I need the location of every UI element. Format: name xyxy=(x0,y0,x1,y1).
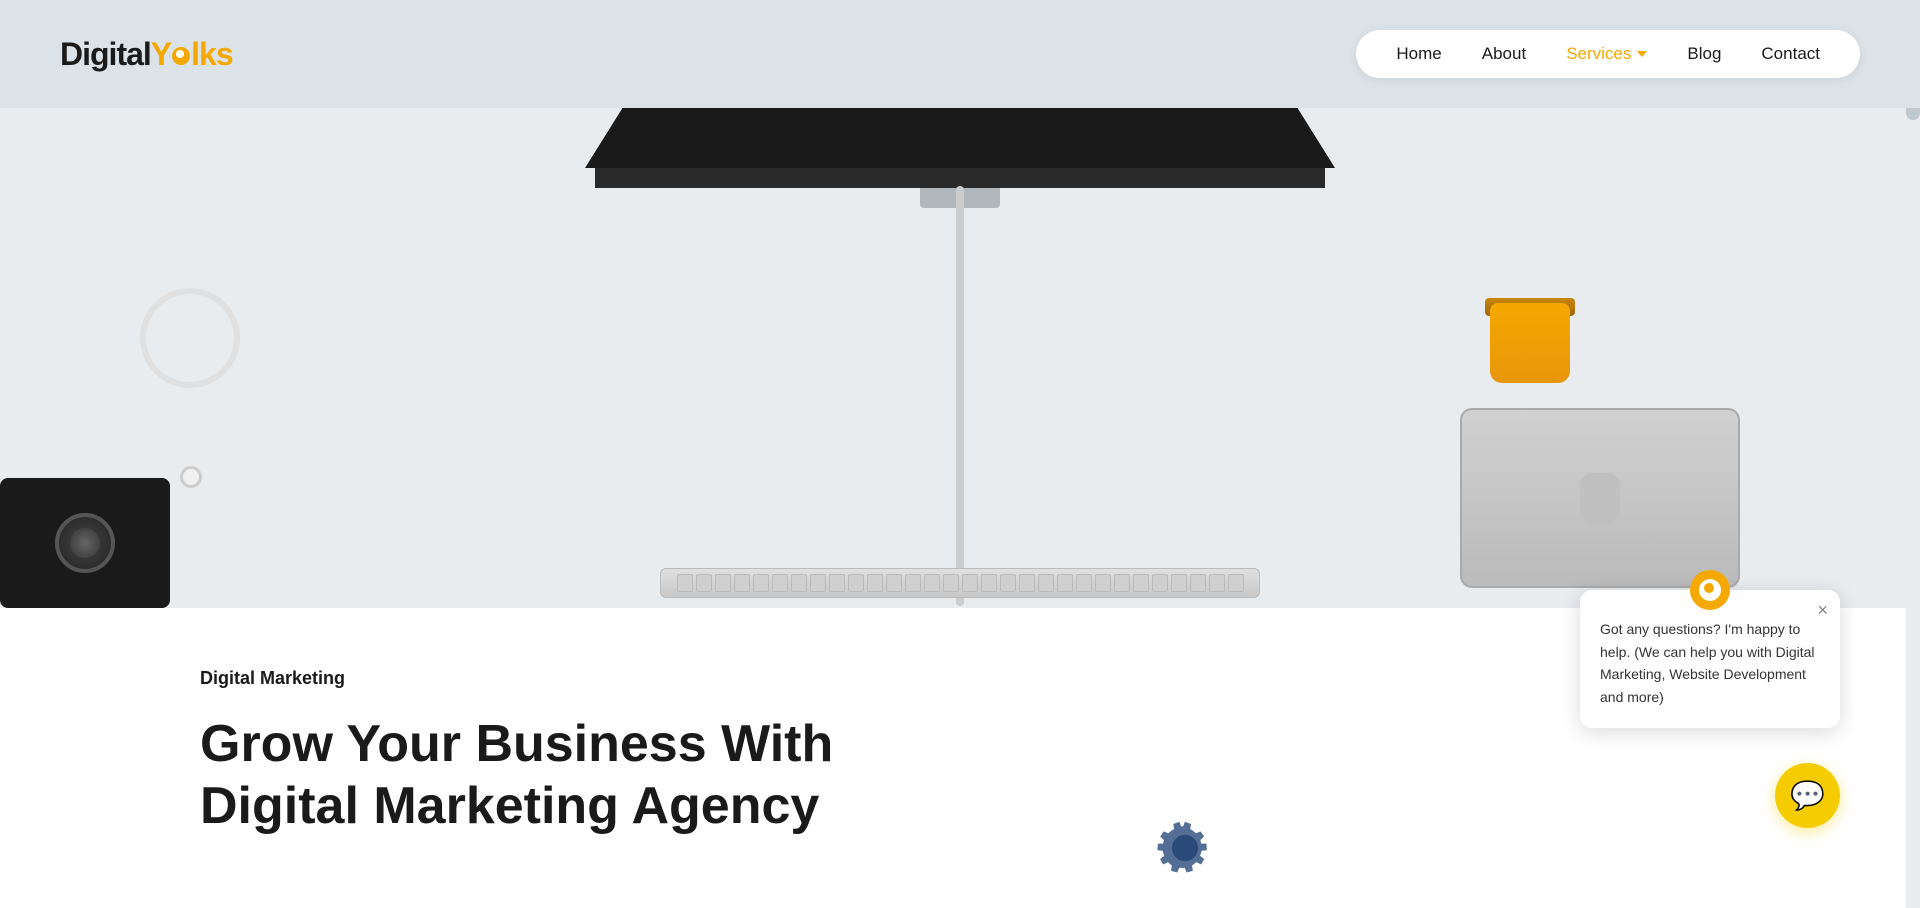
nav-services-label: Services xyxy=(1566,44,1631,64)
key xyxy=(753,574,769,592)
camera-lens-inner xyxy=(70,528,100,558)
logo-lks: lks xyxy=(191,36,232,72)
title-line1: Grow Your Business With xyxy=(200,715,833,773)
key xyxy=(1000,574,1016,592)
earphone-cable xyxy=(140,288,240,388)
key xyxy=(772,574,788,592)
macbook xyxy=(1460,408,1740,588)
logo-y: Y xyxy=(151,36,171,72)
navigation: Home About Services Blog Contact xyxy=(1356,30,1860,78)
apple-logo-icon xyxy=(1580,473,1620,523)
key xyxy=(867,574,883,592)
chevron-down-icon xyxy=(1637,51,1647,57)
monitor-body xyxy=(585,108,1335,168)
scrollbar[interactable] xyxy=(1906,0,1920,908)
gear-icon-container xyxy=(1150,813,1220,888)
nav-services[interactable]: Services xyxy=(1566,44,1647,64)
gear-icon xyxy=(1150,813,1220,883)
key xyxy=(1019,574,1035,592)
logo-digital: Digital xyxy=(60,36,151,72)
key xyxy=(1038,574,1054,592)
hero-section xyxy=(0,108,1920,608)
camera-lens xyxy=(55,513,115,573)
key xyxy=(1228,574,1244,592)
key xyxy=(1076,574,1092,592)
earphones xyxy=(130,288,280,488)
header: DigitalYlks Home About Services Blog Con… xyxy=(0,0,1920,108)
key xyxy=(791,574,807,592)
juice-glass xyxy=(1490,288,1570,388)
nav-contact[interactable]: Contact xyxy=(1761,44,1820,64)
logo[interactable]: DigitalYlks xyxy=(60,36,233,73)
key xyxy=(886,574,902,592)
key xyxy=(905,574,921,592)
camera xyxy=(0,478,170,608)
key xyxy=(962,574,978,592)
key xyxy=(677,574,693,592)
logo-dot-icon xyxy=(172,47,190,65)
title-line2: Digital Marketing Agency xyxy=(200,777,819,835)
key xyxy=(1095,574,1111,592)
monitor-bezel xyxy=(595,168,1325,188)
chat-close-button[interactable]: × xyxy=(1817,600,1828,621)
key xyxy=(715,574,731,592)
nav-about[interactable]: About xyxy=(1482,44,1526,64)
key xyxy=(810,574,826,592)
nav-blog[interactable]: Blog xyxy=(1687,44,1721,64)
chat-message: Got any questions? I'm happy to help. (W… xyxy=(1600,618,1820,708)
key xyxy=(1057,574,1073,592)
keyboard xyxy=(660,568,1260,598)
key xyxy=(848,574,864,592)
section-title: Grow Your Business With Digital Marketin… xyxy=(200,713,900,838)
cable xyxy=(956,186,964,606)
nav-home[interactable]: Home xyxy=(1396,44,1441,64)
key xyxy=(829,574,845,592)
key xyxy=(943,574,959,592)
key xyxy=(1114,574,1130,592)
key xyxy=(924,574,940,592)
chat-avatar-icon xyxy=(1699,579,1721,601)
chat-avatar xyxy=(1690,570,1730,610)
key xyxy=(1152,574,1168,592)
key xyxy=(1209,574,1225,592)
key xyxy=(696,574,712,592)
key xyxy=(734,574,750,592)
key xyxy=(1190,574,1206,592)
glass-body xyxy=(1490,303,1570,383)
key xyxy=(981,574,997,592)
chat-button-icon: 💬 xyxy=(1790,779,1825,812)
key xyxy=(1133,574,1149,592)
earphone-bud xyxy=(180,466,202,488)
key xyxy=(1171,574,1187,592)
chat-bubble: × Got any questions? I'm happy to help. … xyxy=(1580,590,1840,728)
chat-open-button[interactable]: 💬 xyxy=(1775,763,1840,828)
section-subtitle: Digital Marketing xyxy=(200,668,1720,689)
